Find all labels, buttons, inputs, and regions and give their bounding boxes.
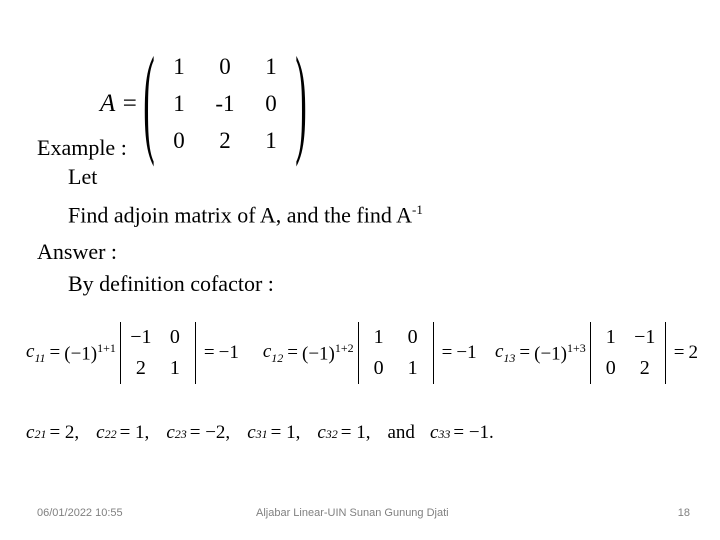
matrix-cell: 1 bbox=[173, 90, 185, 116]
matrix-a-grid: 1 0 1 1 -1 0 0 2 1 bbox=[156, 48, 294, 159]
minor-grid: 1 0 0 1 bbox=[362, 322, 430, 384]
matrix-cell: -1 bbox=[215, 90, 235, 116]
matrix-cell: 1 bbox=[265, 127, 277, 153]
matrix-close-paren: ) bbox=[295, 34, 307, 169]
matrix-a-block: A = ( 1 0 1 1 -1 0 0 2 1 ) bbox=[100, 41, 307, 163]
find-instruction-text: Find adjoin matrix of A, and the find A bbox=[68, 202, 413, 228]
cofactor-result: −1 bbox=[456, 342, 477, 363]
cofactor-value-c33: c 33 = −1. bbox=[429, 422, 494, 443]
cofactor-expression-c13: c13 = (−1)1+3 1 −1 0 2 = 2 bbox=[495, 322, 698, 384]
find-inverse-exponent: -1 bbox=[412, 202, 423, 217]
cofactor-expression-c11: c11 = (−1)1+1 −1 0 2 1 = −1 bbox=[26, 322, 239, 384]
matrix-cell: 2 bbox=[219, 127, 231, 153]
minor-cell: 0 bbox=[407, 326, 418, 348]
minor-cell: 2 bbox=[135, 357, 146, 379]
determinant-bar-right bbox=[432, 322, 434, 384]
sign-power: (−1)1+2 bbox=[302, 340, 354, 365]
minor-cell: −1 bbox=[634, 326, 656, 348]
matrix-cell: 1 bbox=[173, 53, 185, 79]
minor-cell: 2 bbox=[639, 357, 650, 379]
find-instruction: Find adjoin matrix of A, and the find A-… bbox=[68, 202, 423, 228]
matrix-a-label: A = bbox=[100, 90, 138, 117]
equals-sign: = bbox=[519, 342, 531, 363]
minor-cell: 1 bbox=[407, 357, 418, 379]
minor-cell: 1 bbox=[169, 357, 180, 379]
minor-grid: −1 0 2 1 bbox=[124, 322, 192, 384]
slide-footer: 06/01/2022 10:55 Aljabar Linear-UIN Suna… bbox=[0, 503, 720, 527]
footer-timestamp: 06/01/2022 10:55 bbox=[37, 507, 123, 519]
equals-sign-result: = bbox=[441, 342, 453, 363]
minor-cell: 0 bbox=[605, 357, 616, 379]
sign-power: (−1)1+3 bbox=[534, 340, 586, 365]
determinant-bar-right bbox=[194, 322, 196, 384]
matrix-cell: 1 bbox=[265, 53, 277, 79]
footer-course-title: Aljabar Linear-UIN Sunan Gunung Djati bbox=[256, 507, 449, 519]
minor-determinant: −1 0 2 1 bbox=[117, 322, 199, 384]
determinant-bar-right bbox=[664, 322, 666, 384]
minor-grid: 1 −1 0 2 bbox=[594, 322, 662, 384]
cofactor-values-row: c 21 = 2, c 22 = 1, c 23 = −2, c 31 = 1, c 32 = 1,… bbox=[26, 422, 511, 444]
equals-sign-result: = bbox=[203, 342, 215, 363]
minor-determinant: 1 −1 0 2 bbox=[587, 322, 669, 384]
matrix-cell: 0 bbox=[219, 53, 231, 79]
cofactor-result: 2 bbox=[688, 342, 699, 363]
sign-power: (−1)1+1 bbox=[64, 340, 116, 365]
minor-determinant: 1 0 0 1 bbox=[355, 322, 437, 384]
equals-sign: = bbox=[287, 342, 299, 363]
example-label: Example : bbox=[37, 135, 127, 160]
matrix-cell: 0 bbox=[265, 90, 277, 116]
minor-cell: 0 bbox=[373, 357, 384, 379]
footer-page-number: 18 bbox=[677, 507, 690, 519]
cofactor-conjunction: and bbox=[387, 422, 415, 443]
minor-cell: 0 bbox=[169, 326, 180, 348]
determinant-bar-left bbox=[119, 322, 121, 384]
equals-sign: = bbox=[49, 342, 61, 363]
equals-sign-result: = bbox=[673, 342, 685, 363]
cofactor-value-c32: c 32 = 1, bbox=[317, 422, 371, 443]
by-definition-cofactor-label: By definition cofactor : bbox=[68, 271, 274, 296]
cofactor-name: c11 bbox=[26, 340, 46, 365]
minor-cell: 1 bbox=[605, 326, 616, 348]
determinant-bar-left bbox=[589, 322, 591, 384]
minor-cell: −1 bbox=[130, 326, 152, 348]
minor-cell: 1 bbox=[373, 326, 384, 348]
cofactor-name: c13 bbox=[494, 340, 516, 365]
cofactor-value-c23: c 23 = −2, bbox=[166, 422, 231, 443]
cofactor-name: c12 bbox=[262, 340, 284, 365]
cofactor-result: −1 bbox=[218, 342, 239, 363]
answer-label: Answer : bbox=[37, 239, 118, 264]
cofactor-expressions-row: c11 = (−1)1+1 −1 0 2 1 = −1 c12 = (−1)1+… bbox=[26, 322, 698, 384]
matrix-cell: 0 bbox=[173, 127, 185, 153]
cofactor-value-c21: c 21 = 2, bbox=[26, 422, 80, 443]
slide-canvas: A = ( 1 0 1 1 -1 0 0 2 1 ) Example : Let… bbox=[0, 0, 720, 540]
cofactor-value-c31: c 31 = 1, bbox=[247, 422, 301, 443]
determinant-bar-left bbox=[357, 322, 359, 384]
cofactor-value-c22: c 22 = 1, bbox=[96, 422, 150, 443]
cofactor-expression-c12: c12 = (−1)1+2 1 0 0 1 = −1 bbox=[263, 322, 477, 384]
let-label: Let bbox=[68, 164, 98, 189]
matrix-open-paren: ( bbox=[143, 34, 155, 169]
